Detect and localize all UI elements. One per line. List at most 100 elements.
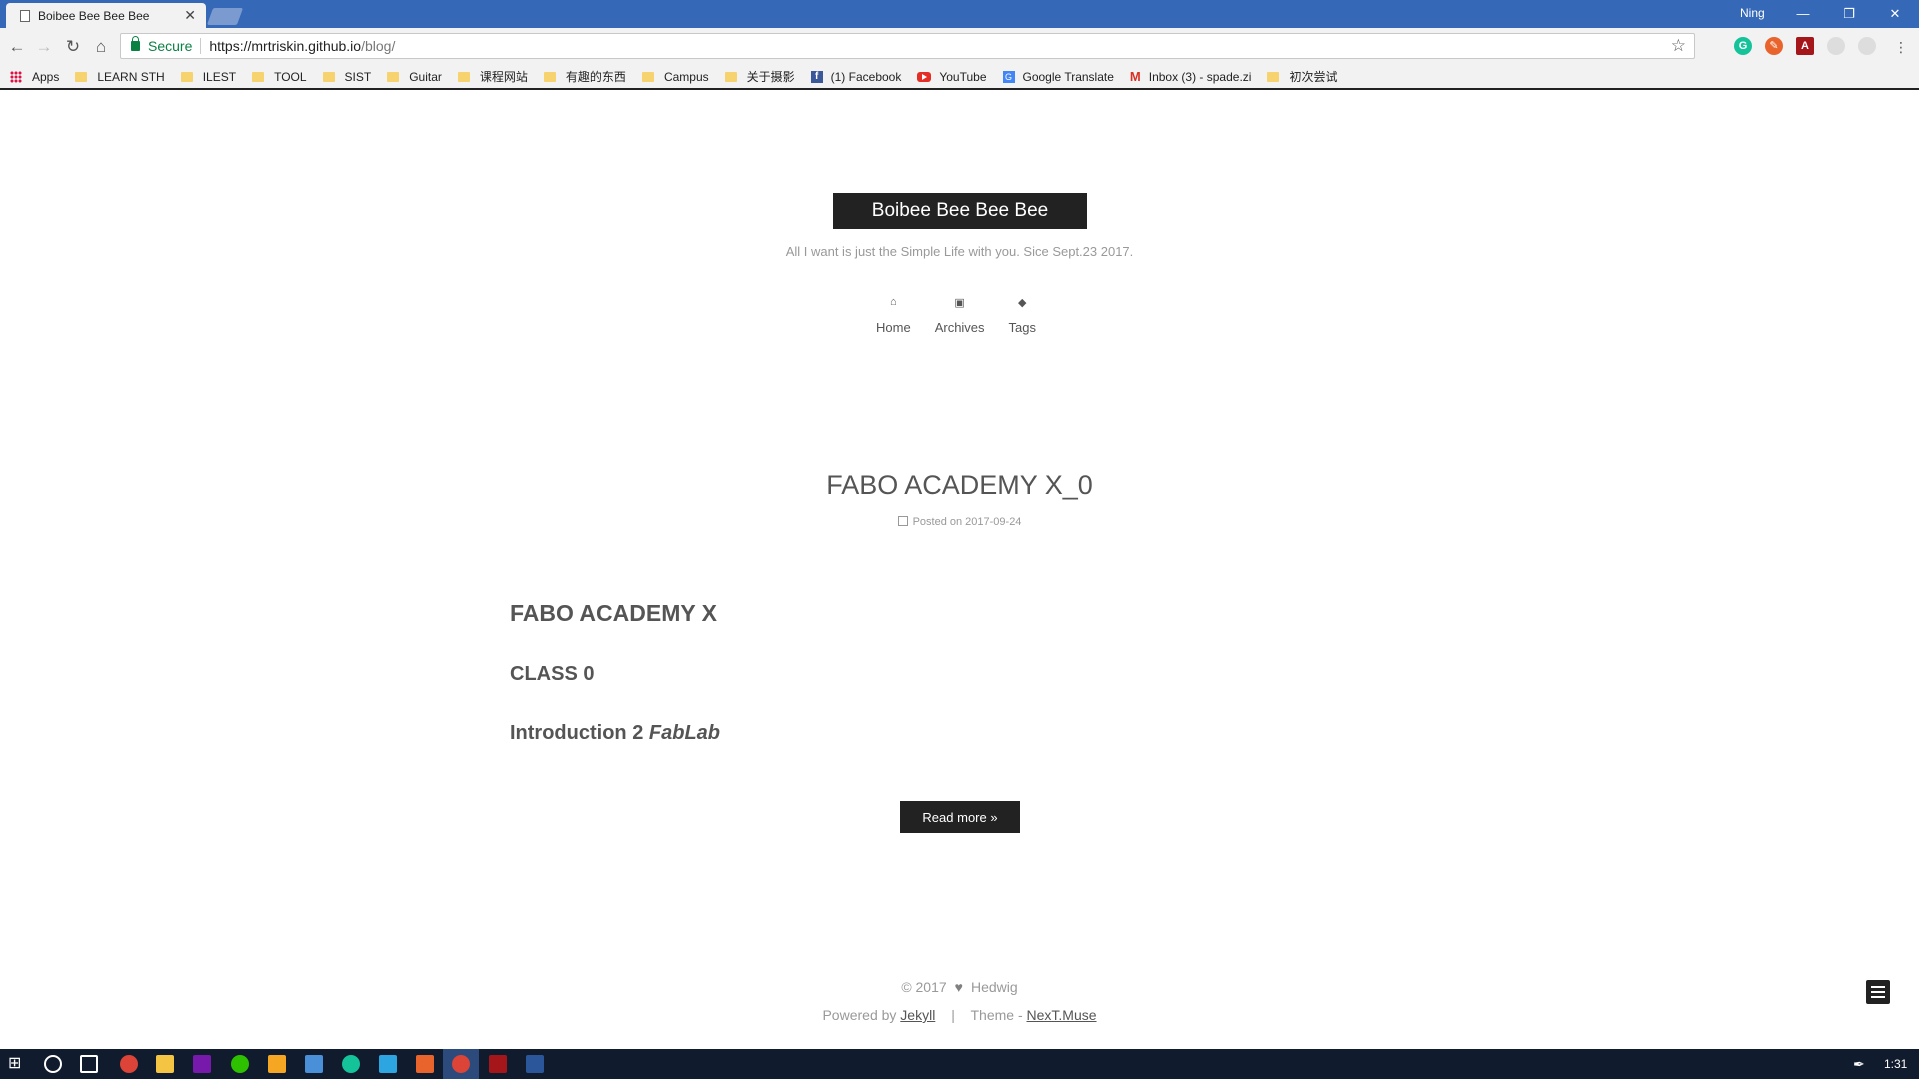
bookmark-gmail[interactable]: M Inbox (3) - spade.zi [1130,69,1252,84]
bookmarks-bar: Apps LEARN STH ILEST TOOL SIST Guitar 课程… [0,65,1919,90]
chrome-taskbar-icon[interactable] [120,1055,138,1073]
copyright-year: © 2017 [901,979,947,995]
url-path: /blog/ [361,38,396,54]
bookmark-google-translate[interactable]: G Google Translate [1002,70,1114,84]
powered-prefix: Powered by [822,1007,897,1023]
post-heading-2: CLASS 0 [510,663,595,685]
bookmark-label: 课程网站 [479,70,528,84]
jekyll-link[interactable]: Jekyll [900,1007,935,1023]
apps-icon [10,70,22,83]
read-more-button[interactable]: Read more » [900,801,1020,833]
home-icon: ⌂ [890,296,897,308]
menu-item-label: Home [876,320,911,335]
bookmark-guitar[interactable]: Guitar [387,70,442,84]
bookmark-campus[interactable]: Campus [641,69,709,84]
heading-3-emphasis: FabLab [648,722,721,744]
bookmark-label: 关于摄影 [746,70,795,84]
windows-start-icon[interactable]: ⊞ [8,1055,26,1073]
bookmark-label: Campus [663,69,709,84]
app-icon-3[interactable] [416,1055,434,1073]
pen-icon[interactable]: ✒ [1853,1055,1871,1073]
archive-icon: ▣ [954,297,965,309]
bookmark-label: LEARN STH [97,69,165,84]
close-window-icon[interactable]: ✕ [1875,3,1915,25]
cortana-icon[interactable] [44,1055,62,1073]
restore-icon[interactable]: ❐ [1829,3,1869,25]
bookmark-photography[interactable]: 关于摄影 [724,68,795,85]
bookmark-apps[interactable]: Apps [10,70,59,84]
pdf-extension-icon[interactable]: A [1796,37,1814,55]
bookmark-first-try[interactable]: 初次尝试 [1267,68,1337,85]
address-bar[interactable]: Secure https://mrtriskin.github.io/blog/… [120,33,1695,59]
heart-icon: ♥ [954,979,963,995]
telegram-icon[interactable] [379,1055,397,1073]
acrobat-icon[interactable] [489,1055,507,1073]
menu-kebab-icon[interactable]: ⋮ [1890,36,1912,58]
home-button-icon[interactable]: ⌂ [90,36,112,58]
heading-3-text: Introduction 2 [510,722,649,744]
bookmark-learn-sth[interactable]: LEARN STH [75,69,165,84]
bookmark-youtube[interactable]: YouTube [917,69,987,84]
bookmark-label: Apps [32,69,60,84]
tab-close-icon[interactable]: ✕ [184,7,196,24]
folder-icon [180,71,193,82]
hamburger-line [1871,986,1885,988]
folder-icon [322,71,335,82]
bookmark-label: YouTube [939,69,987,84]
back-icon[interactable]: ← [6,36,28,58]
folder-icon [75,71,88,82]
bookmark-facebook[interactable]: f (1) Facebook [810,69,902,84]
bookmark-ilest[interactable]: ILEST [180,70,236,84]
bookmark-tool[interactable]: TOOL [252,70,307,84]
file-explorer-icon[interactable] [156,1055,174,1073]
app-icon-2[interactable] [305,1055,323,1073]
onenote-icon[interactable] [193,1055,211,1073]
site-brand[interactable]: Boibee Bee Bee Bee [833,193,1087,229]
footer-separator: | [951,1007,955,1023]
google-translate-icon: G [1002,70,1015,83]
minimize-icon[interactable]: — [1783,3,1823,25]
chrome-active-icon[interactable] [452,1055,470,1073]
windows-taskbar: ⊞ ✒ 1:31 [0,1049,1919,1079]
bookmark-label: (1) Facebook [830,69,902,84]
menu-item-tags[interactable]: ◆ Tags [1009,296,1036,335]
word-icon[interactable] [526,1055,544,1073]
profile-name[interactable]: Ning [1740,6,1765,20]
bookmark-fun-stuff[interactable]: 有趣的东西 [543,68,626,85]
secure-label: Secure [148,38,193,54]
grammarly-icon[interactable]: G [1734,37,1752,55]
gmail-icon: M [1129,69,1141,84]
task-view-icon[interactable] [80,1055,98,1073]
tags-icon: ◆ [1018,297,1027,309]
menu-item-home[interactable]: ⌂ Home [876,296,911,335]
bookmark-course-sites[interactable]: 课程网站 [457,68,528,85]
forward-icon[interactable]: → [33,36,55,58]
url-host: https://mrtriskin.github.io [209,38,362,54]
extension-icon-2[interactable] [1827,37,1845,55]
post-title[interactable]: FABO ACADEMY X_0 [0,470,1919,501]
sidebar-toggle-button[interactable] [1866,980,1890,1004]
omnibox-separator [200,38,202,54]
bookmark-sist[interactable]: SIST [322,69,372,84]
browser-tab[interactable]: Boibee Bee Bee Bee ✕ [6,3,206,28]
extension-icon[interactable]: ✎ [1765,37,1783,55]
bookmark-label: SIST [344,69,372,84]
post-heading-1: FABO ACADEMY X [510,600,718,626]
theme-link[interactable]: NexT.Muse [1027,1007,1097,1023]
site-subtitle: All I want is just the Simple Life with … [785,244,1134,259]
app-icon[interactable] [268,1055,286,1073]
extension-icon-3[interactable] [1858,37,1876,55]
grammarly-taskbar-icon[interactable] [342,1055,360,1073]
post-date: Posted on 2017-09-24 [912,516,1022,528]
footer-powered: Powered by Jekyll | Theme - NexT.Muse [0,1007,1919,1023]
wechat-icon[interactable] [231,1055,249,1073]
reload-icon[interactable]: ↻ [62,36,84,58]
menu-item-archives[interactable]: ▣ Archives [935,296,985,335]
bookmark-label: 初次尝试 [1289,70,1338,84]
folder-icon [543,71,556,82]
folder-icon [641,71,654,82]
new-tab-button[interactable] [206,8,244,25]
page-icon [20,9,30,22]
taskbar-clock[interactable]: 1:31 [1884,1057,1907,1071]
bookmark-star-icon[interactable]: ☆ [1671,36,1686,56]
